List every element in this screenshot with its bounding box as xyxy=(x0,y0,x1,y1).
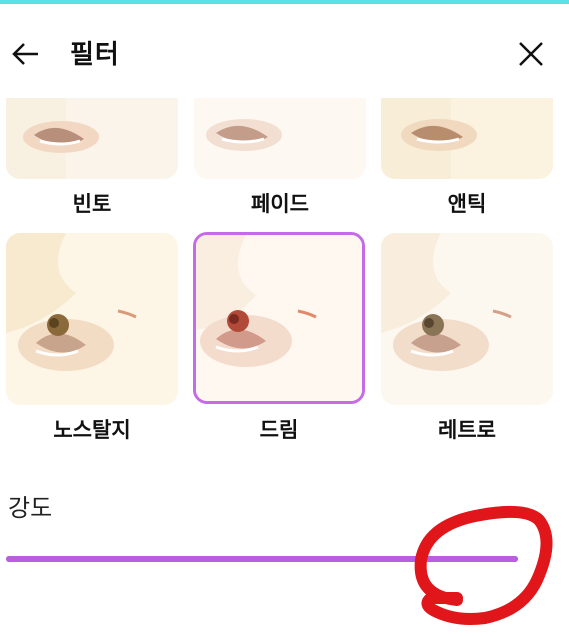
arrow-left-icon[interactable] xyxy=(10,38,42,70)
slider-fill xyxy=(6,556,518,562)
page-title: 필터 xyxy=(70,40,120,70)
intensity-slider[interactable] xyxy=(6,550,518,568)
filter-thumbnail-retro[interactable] xyxy=(381,233,553,405)
close-icon[interactable] xyxy=(516,39,546,69)
filter-label-nostalgia: 노스탈지 xyxy=(53,418,131,442)
intensity-label: 강도 xyxy=(8,494,53,522)
filter-thumbnail-nostalgia[interactable] xyxy=(6,233,178,405)
header: 필터 xyxy=(0,4,569,98)
filter-label-fade: 페이드 xyxy=(251,192,309,216)
filter-label-antique: 앤틱 xyxy=(447,192,487,216)
filter-label-vintage: 빈토 xyxy=(72,192,112,216)
filter-thumbnail-dream[interactable] xyxy=(193,232,365,404)
filter-label-dream: 드림 xyxy=(259,418,299,442)
filter-label-retro: 레트로 xyxy=(438,418,496,442)
